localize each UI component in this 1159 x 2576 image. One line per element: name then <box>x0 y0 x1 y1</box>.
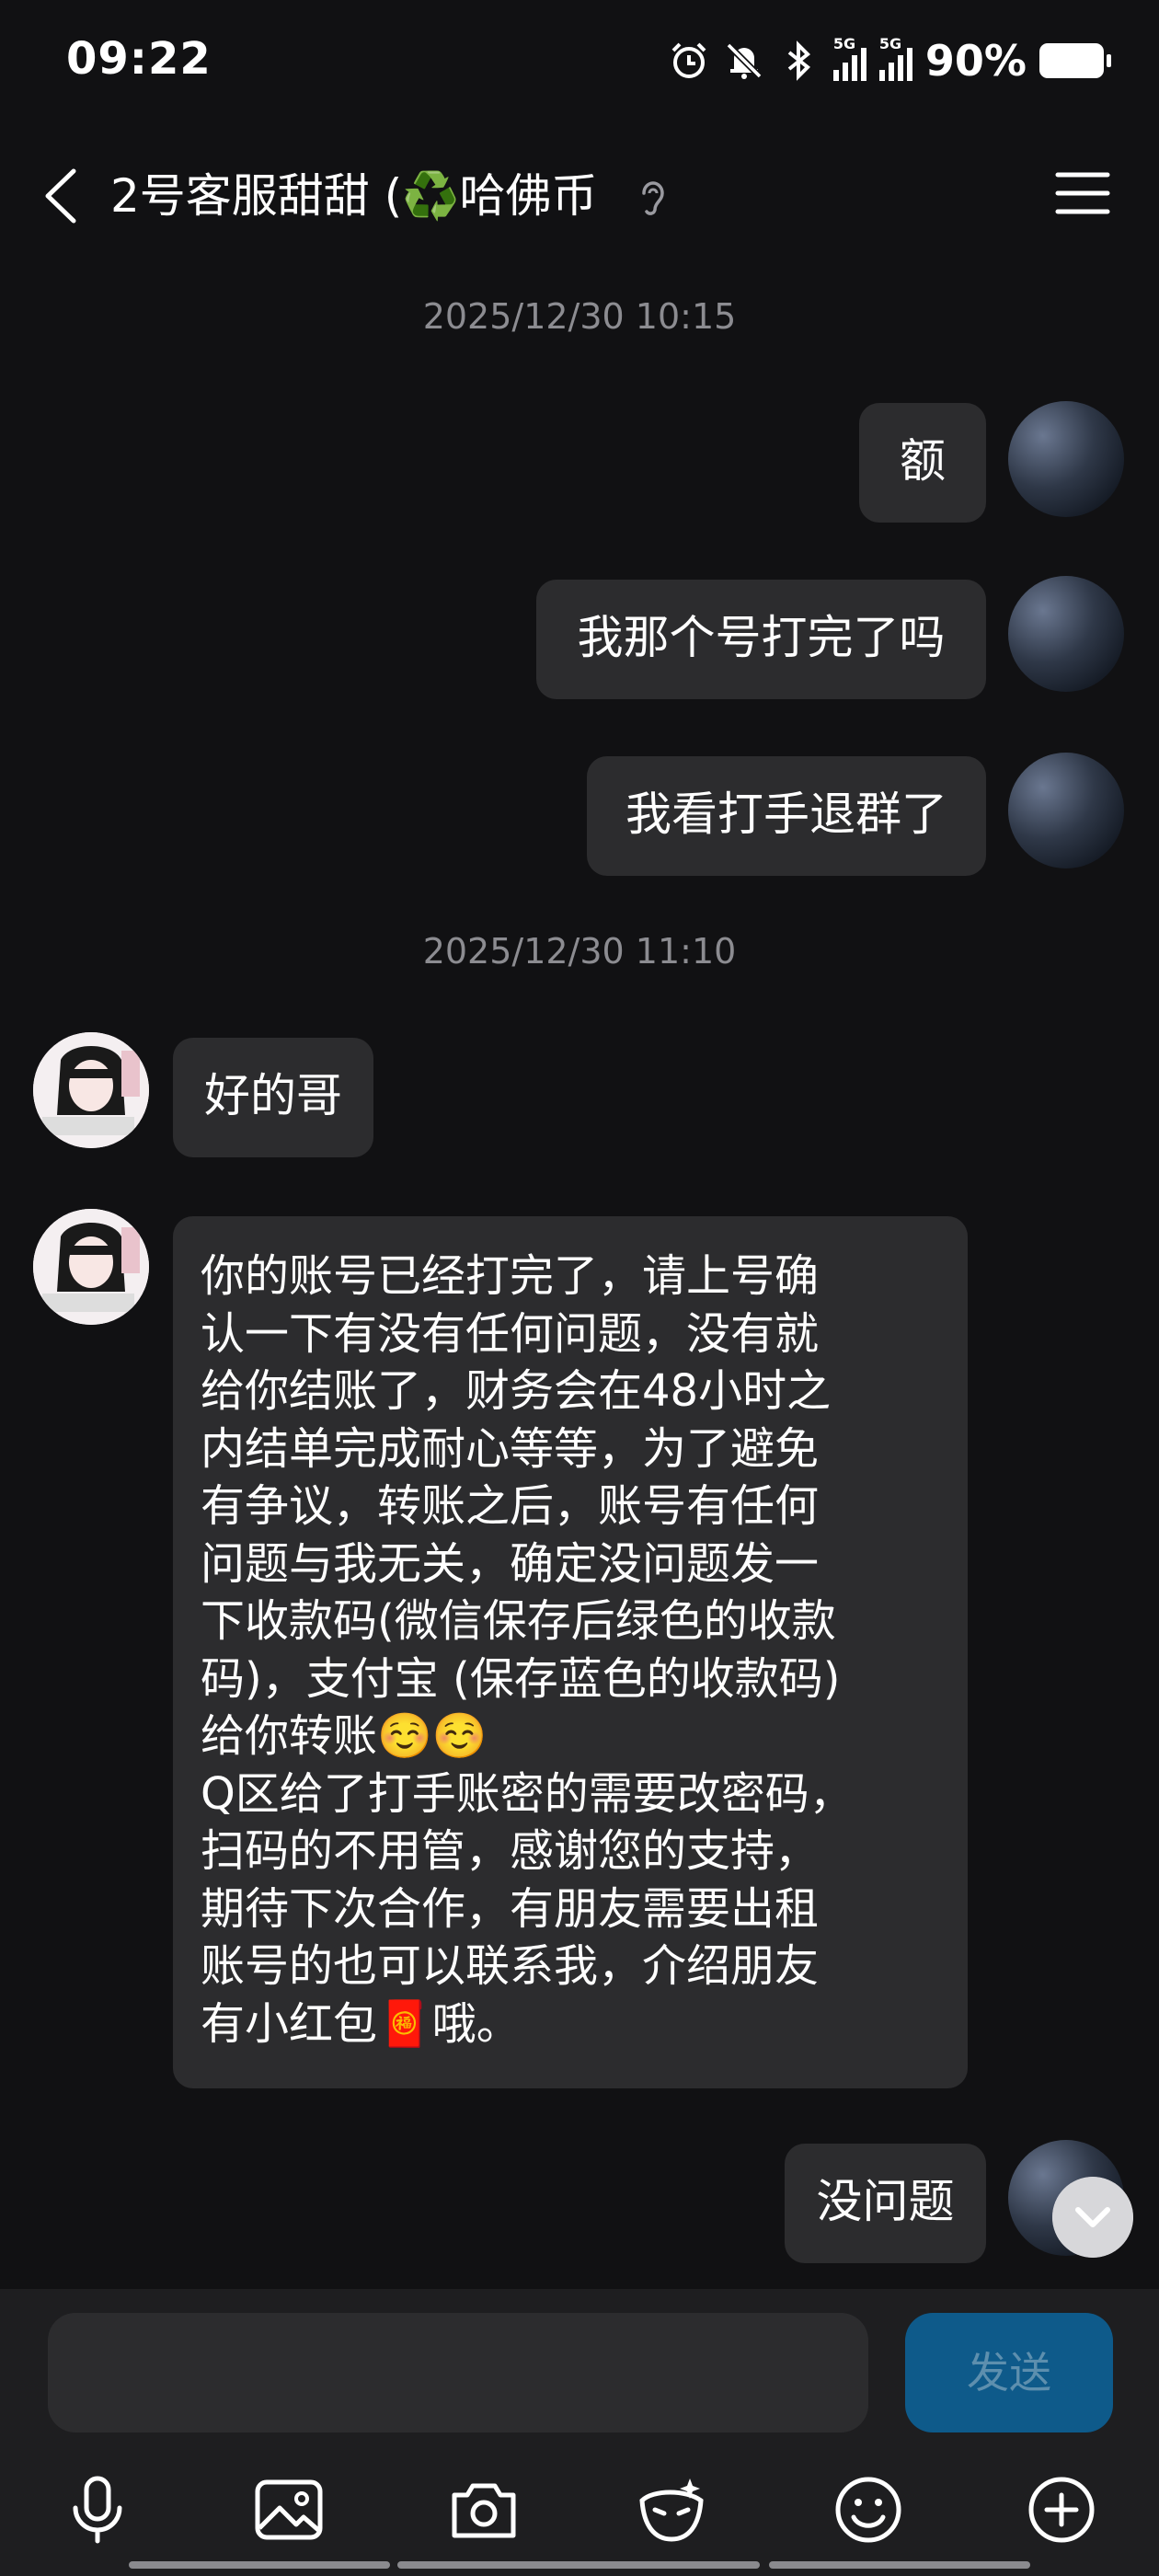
battery-icon <box>1039 43 1111 78</box>
avatar[interactable] <box>33 1032 149 1148</box>
avatar[interactable] <box>1008 753 1124 868</box>
message-text: 你的账号已经打完了，请上号确 认一下有没有任何问题，没有就 给你结账了，财务会在… <box>201 1250 854 2050</box>
ear-icon[interactable] <box>635 177 671 221</box>
message-bubble-sent[interactable]: 我看打手退群了 <box>587 756 986 876</box>
avatar-image <box>33 1032 149 1148</box>
status-bar: 09:22 5G 5G 90% <box>0 0 1159 129</box>
avatar-image <box>33 1209 149 1325</box>
nav-gesture-bar <box>129 2561 390 2569</box>
timestamp: 2025/12/30 10:15 <box>422 296 737 337</box>
message-text: 额 <box>900 434 946 488</box>
signal-icon: 5G <box>832 35 866 81</box>
back-icon[interactable] <box>37 164 92 228</box>
message-text: 好的哥 <box>204 1069 342 1122</box>
input-toolbar <box>0 2473 1159 2556</box>
nav-gesture-bar <box>397 2561 760 2569</box>
avatar[interactable] <box>33 1209 149 1325</box>
chat-header: 2号客服甜甜 (♻️哈佛币 <box>0 138 1159 253</box>
scroll-down-button[interactable] <box>1052 2177 1133 2258</box>
message-bubble-received[interactable]: 你的账号已经打完了，请上号确 认一下有没有任何问题，没有就 给你结账了，财务会在… <box>173 1216 968 2088</box>
send-button[interactable]: 发送 <box>905 2313 1113 2432</box>
status-icons: 5G 5G 90% <box>668 33 1111 88</box>
plus-icon[interactable] <box>1025 2473 1098 2547</box>
input-bar: 发送 <box>0 2289 1159 2576</box>
message-bubble-received[interactable]: 好的哥 <box>173 1038 373 1157</box>
menu-icon[interactable] <box>1054 166 1111 221</box>
nav-gesture-bar <box>769 2561 1030 2569</box>
message-bubble-sent[interactable]: 额 <box>859 403 986 523</box>
emoji-icon[interactable] <box>832 2473 905 2547</box>
bluetooth-icon <box>787 40 810 81</box>
signal-icon-2: 5G <box>878 35 912 81</box>
message-text: 我那个号打完了吗 <box>577 611 946 664</box>
status-time: 09:22 <box>66 33 212 85</box>
message-text: 没问题 <box>816 2175 955 2228</box>
network-tag: 5G <box>832 35 856 52</box>
timestamp: 2025/12/30 11:10 <box>422 931 737 972</box>
microphone-icon[interactable] <box>61 2473 134 2547</box>
alarm-icon <box>671 42 706 78</box>
chat-title[interactable]: 2号客服甜甜 (♻️哈佛币 <box>110 164 597 228</box>
network-tag-2: 5G <box>878 35 902 52</box>
message-input[interactable] <box>48 2313 868 2432</box>
camera-icon[interactable] <box>447 2473 521 2547</box>
mute-icon <box>726 42 763 79</box>
avatar[interactable] <box>1008 576 1124 692</box>
magic-face-icon[interactable] <box>635 2473 708 2547</box>
message-bubble-sent[interactable]: 我那个号打完了吗 <box>536 580 986 699</box>
image-icon[interactable] <box>252 2473 326 2547</box>
message-bubble-sent[interactable]: 没问题 <box>785 2144 986 2263</box>
message-text: 我看打手退群了 <box>625 788 947 841</box>
battery-percent: 90% <box>924 36 1027 86</box>
avatar[interactable] <box>1008 401 1124 517</box>
